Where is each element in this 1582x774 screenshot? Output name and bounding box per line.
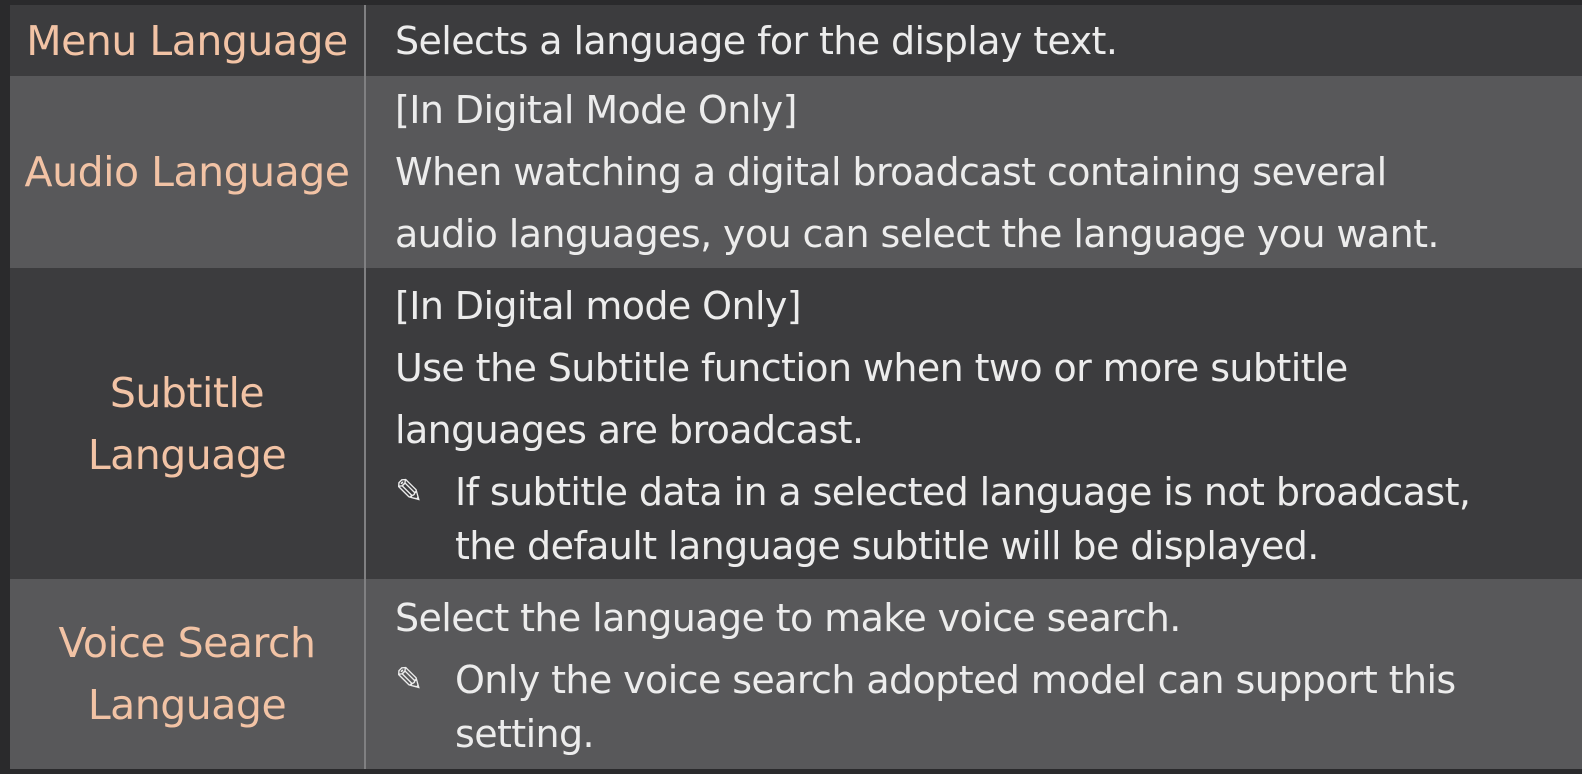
pencil-note-icon: ✎ [395, 660, 423, 700]
mode-restriction-text: [In Digital mode Only] [395, 283, 802, 328]
description-line: Selects a language for the display text. [395, 18, 1118, 63]
settings-row-audio-language: Audio Language [In Digital Mode Only] Wh… [10, 76, 1582, 268]
description-line: audio languages, you can select the lang… [395, 212, 1439, 256]
setting-label-text: Language [87, 681, 287, 729]
description-line: When watching a digital broadcast contai… [395, 150, 1387, 194]
note: ✎ Only the voice search adopted model ca… [395, 653, 1522, 761]
note: ✎ If subtitle data in a selected languag… [395, 465, 1522, 573]
setting-label-text: Subtitle [109, 368, 265, 417]
setting-description: [In Digital mode Only] Use the Subtitle … [365, 268, 1582, 579]
language-settings-page: Menu Language Selects a language for the… [0, 0, 1582, 774]
note-line: If subtitle data in a selected language … [455, 469, 1471, 514]
settings-row-menu-language: Menu Language Selects a language for the… [10, 5, 1582, 76]
description-line: Use the Subtitle function when two or mo… [395, 345, 1348, 390]
settings-row-subtitle-language: Subtitle Language [In Digital mode Only]… [10, 268, 1582, 579]
note-line: the default language subtitle will be di… [455, 523, 1319, 568]
settings-row-voice-search-language: Voice Search Language Select the languag… [10, 579, 1582, 769]
setting-label-text: Voice Search [58, 619, 317, 667]
pencil-note-icon: ✎ [395, 471, 423, 512]
setting-description: [In Digital Mode Only] When watching a d… [365, 76, 1582, 268]
note-line: Only the voice search adopted model can … [455, 658, 1456, 702]
mode-restriction-text: [In Digital Mode Only] [395, 88, 797, 132]
setting-description: Select the language to make voice search… [365, 579, 1582, 769]
setting-label: Audio Language [10, 76, 366, 268]
description-line: Select the language to make voice search… [395, 596, 1181, 640]
description-line: languages are broadcast. [395, 407, 864, 452]
setting-label: Subtitle Language [10, 268, 366, 579]
note-line: setting. [455, 712, 595, 756]
setting-label: Menu Language [10, 5, 366, 76]
setting-label-text: Language [87, 430, 287, 479]
setting-label: Voice Search Language [10, 579, 366, 769]
setting-description: Selects a language for the display text. [365, 5, 1582, 76]
setting-label-text: Menu Language [26, 16, 348, 65]
language-settings-table: Menu Language Selects a language for the… [10, 5, 1582, 769]
setting-label-text: Audio Language [24, 148, 350, 196]
